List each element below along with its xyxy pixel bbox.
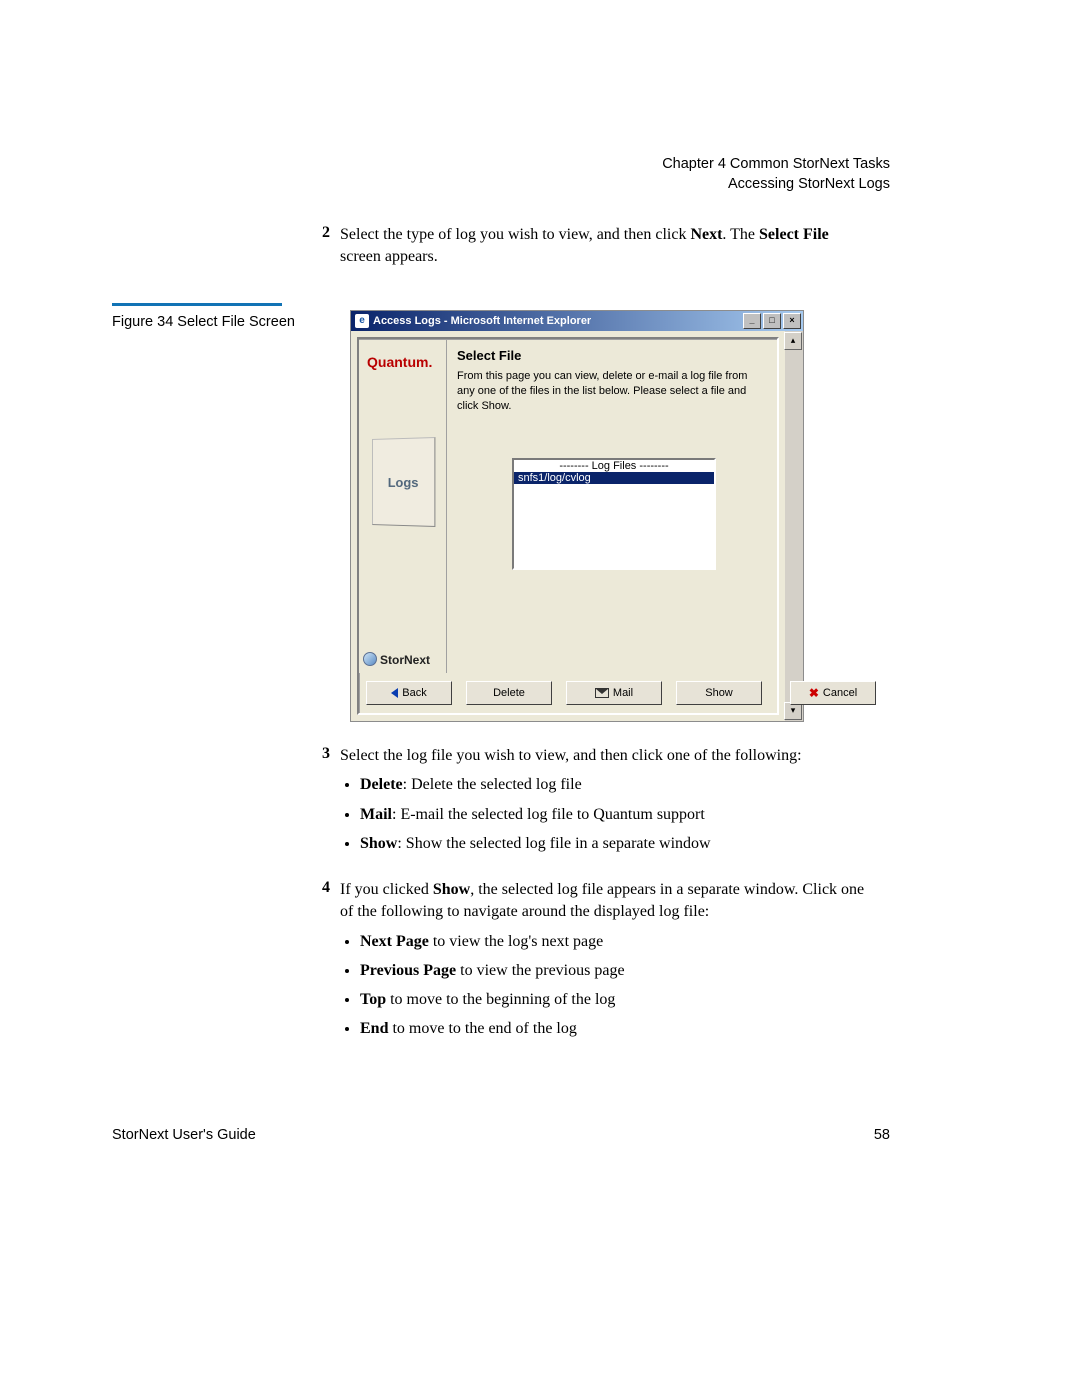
left-nav-column: Quantum. Logs StorNext [359, 339, 447, 673]
section-line: Accessing StorNext Logs [662, 175, 890, 195]
bullet-text: : Delete the selected log file [403, 776, 582, 793]
bullet-text: to view the log's next page [429, 933, 603, 950]
text: . The [722, 226, 759, 243]
bullet-text: to view the previous page [456, 962, 624, 979]
text: If you clicked [340, 881, 433, 898]
cancel-button[interactable]: ✖ Cancel [790, 681, 876, 705]
list-header: -------- Log Files -------- [514, 460, 714, 472]
bullet-text: to move to the end of the log [388, 1020, 576, 1037]
list-item: Delete: Delete the selected log file [360, 773, 865, 796]
step-2: 2 Select the type of log you wish to vie… [340, 224, 865, 269]
window-client-area: ▴ ▾ Quantum. Logs StorNext Select File F… [351, 331, 803, 721]
maximize-button[interactable]: □ [763, 313, 781, 329]
bullet-text: to move to the beginning of the log [386, 991, 615, 1008]
panel-description: From this page you can view, delete or e… [457, 369, 767, 414]
running-header: Chapter 4 Common StorNext Tasks Accessin… [662, 155, 890, 194]
step-number: 4 [322, 879, 330, 897]
bullet-text: : E-mail the selected log file to Quantu… [392, 806, 705, 823]
logs-label: Logs [387, 474, 418, 489]
delete-button[interactable]: Delete [466, 681, 552, 705]
window-titlebar: e Access Logs - Microsoft Internet Explo… [351, 311, 803, 331]
bullet-keyword: Top [360, 991, 386, 1008]
text: Select the type of log you wish to view,… [340, 226, 690, 243]
list-item: Previous Page to view the previous page [360, 959, 865, 982]
step3-intro: Select the log file you wish to view, an… [340, 747, 802, 764]
window-title: Access Logs - Microsoft Internet Explore… [373, 315, 591, 327]
ie-icon: e [355, 314, 369, 328]
page-footer: StorNext User's Guide 58 [112, 1127, 890, 1143]
cancel-label: Cancel [823, 687, 857, 699]
logs-book-icon: Logs [372, 437, 435, 527]
chapter-line: Chapter 4 Common StorNext Tasks [662, 155, 890, 175]
bullet-keyword: Show [360, 835, 397, 852]
step-number: 3 [322, 745, 330, 763]
step-3: 3 Select the log file you wish to view, … [340, 745, 865, 861]
step3-bullets: Delete: Delete the selected log file Mai… [360, 773, 865, 855]
log-files-listbox[interactable]: -------- Log Files -------- snfs1/log/cv… [512, 458, 716, 570]
stornext-label: StorNext [380, 653, 430, 667]
bullet-keyword: Mail [360, 806, 392, 823]
quantum-logo: Quantum. [359, 340, 446, 370]
step-body: If you clicked Show, the selected log fi… [340, 879, 865, 1041]
dialog-panel: Quantum. Logs StorNext Select File From … [357, 337, 779, 715]
window-buttons: _ □ × [743, 313, 801, 329]
document-page: Chapter 4 Common StorNext Tasks Accessin… [0, 0, 1080, 1397]
select-file-label: Select File [759, 226, 829, 243]
list-item: Next Page to view the log's next page [360, 930, 865, 953]
back-label: Back [402, 687, 426, 699]
bullet-keyword: Delete [360, 776, 403, 793]
mail-label: Mail [613, 687, 633, 699]
mail-button[interactable]: Mail [566, 681, 662, 705]
show-label: Show [433, 881, 470, 898]
bullet-text: : Show the selected log file in a separa… [397, 835, 710, 852]
list-item: Mail: E-mail the selected log file to Qu… [360, 803, 865, 826]
envelope-icon [595, 688, 609, 698]
step-number: 2 [322, 224, 330, 242]
list-item: End to move to the end of the log [360, 1017, 865, 1040]
next-label: Next [690, 226, 722, 243]
step-body: Select the log file you wish to view, an… [340, 745, 865, 855]
close-button[interactable]: × [783, 313, 801, 329]
text: screen appears. [340, 248, 438, 265]
figure-caption: Figure 34 Select File Screen [112, 314, 295, 330]
content-column: Select File From this page you can view,… [447, 339, 777, 673]
scrollbar-up-icon[interactable]: ▴ [784, 332, 802, 350]
button-bar: Back Delete Mail Show ✖Cancel [359, 673, 777, 713]
stornext-logo: StorNext [363, 652, 430, 667]
back-button[interactable]: Back [366, 681, 452, 705]
show-label: Show [705, 687, 733, 699]
figure-rule [112, 303, 282, 306]
screenshot-window: e Access Logs - Microsoft Internet Explo… [350, 310, 804, 722]
list-item: Top to move to the beginning of the log [360, 988, 865, 1011]
step4-bullets: Next Page to view the log's next page Pr… [360, 930, 865, 1041]
footer-page-number: 58 [874, 1127, 890, 1143]
show-button[interactable]: Show [676, 681, 762, 705]
bullet-keyword: Next Page [360, 933, 429, 950]
x-icon: ✖ [809, 686, 819, 700]
list-item: Show: Show the selected log file in a se… [360, 832, 865, 855]
footer-left: StorNext User's Guide [112, 1127, 256, 1143]
panel-title: Select File [457, 348, 767, 363]
step-body: Select the type of log you wish to view,… [340, 224, 865, 269]
step-4: 4 If you clicked Show, the selected log … [340, 879, 865, 1047]
bullet-keyword: Previous Page [360, 962, 456, 979]
back-arrow-icon [391, 688, 398, 698]
delete-label: Delete [493, 687, 525, 699]
bullet-keyword: End [360, 1020, 388, 1037]
list-item-selected[interactable]: snfs1/log/cvlog [514, 472, 714, 484]
globe-icon [363, 652, 377, 666]
minimize-button[interactable]: _ [743, 313, 761, 329]
